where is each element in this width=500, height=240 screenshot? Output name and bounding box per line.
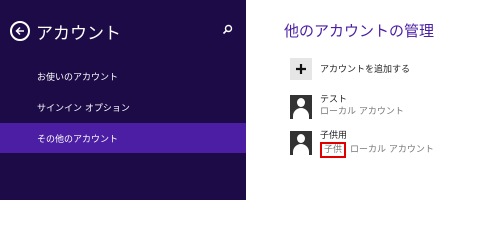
sidebar-title: アカウント xyxy=(36,23,121,44)
sidebar-item-your-account[interactable]: お使いのアカウント xyxy=(0,61,246,91)
account-row-child[interactable]: 子供用 子供 ローカル アカウント xyxy=(290,131,434,159)
sidebar-item-label: その他のアカウント xyxy=(37,134,119,145)
back-button[interactable] xyxy=(10,21,30,41)
account-name: 子供用 xyxy=(320,131,348,141)
sidebar: アカウント お使いのアカウント サインイン オプション その他のアカウント xyxy=(0,0,246,200)
account-type: ローカル アカウント xyxy=(320,107,404,117)
main-panel: 他のアカウントの管理 アカウントを追加する テスト ローカル アカウント 子供用… xyxy=(246,0,500,200)
user-avatar-icon xyxy=(290,95,312,119)
account-row-test[interactable]: テスト ローカル アカウント xyxy=(290,95,404,123)
sidebar-header: アカウント xyxy=(10,17,121,45)
add-account-button[interactable] xyxy=(290,58,312,80)
sidebar-item-sign-in-options[interactable]: サインイン オプション xyxy=(0,92,246,122)
page-title: 他のアカウントの管理 xyxy=(284,22,435,40)
search-icon[interactable] xyxy=(222,24,233,35)
add-account-row[interactable]: アカウントを追加する xyxy=(290,58,410,86)
sidebar-item-label: サインイン オプション xyxy=(37,103,130,114)
child-badge: 子供 xyxy=(320,142,347,158)
sidebar-item-other-accounts[interactable]: その他のアカウント xyxy=(0,123,246,153)
account-name: テスト xyxy=(320,95,348,105)
add-account-label: アカウントを追加する xyxy=(320,65,411,75)
account-type: ローカル アカウント xyxy=(350,145,434,155)
back-arrow-icon xyxy=(15,26,24,36)
plus-icon xyxy=(296,64,306,74)
sidebar-item-label: お使いのアカウント xyxy=(37,72,119,83)
user-avatar-icon xyxy=(290,131,312,155)
account-details: 子供 ローカル アカウント xyxy=(320,142,434,158)
